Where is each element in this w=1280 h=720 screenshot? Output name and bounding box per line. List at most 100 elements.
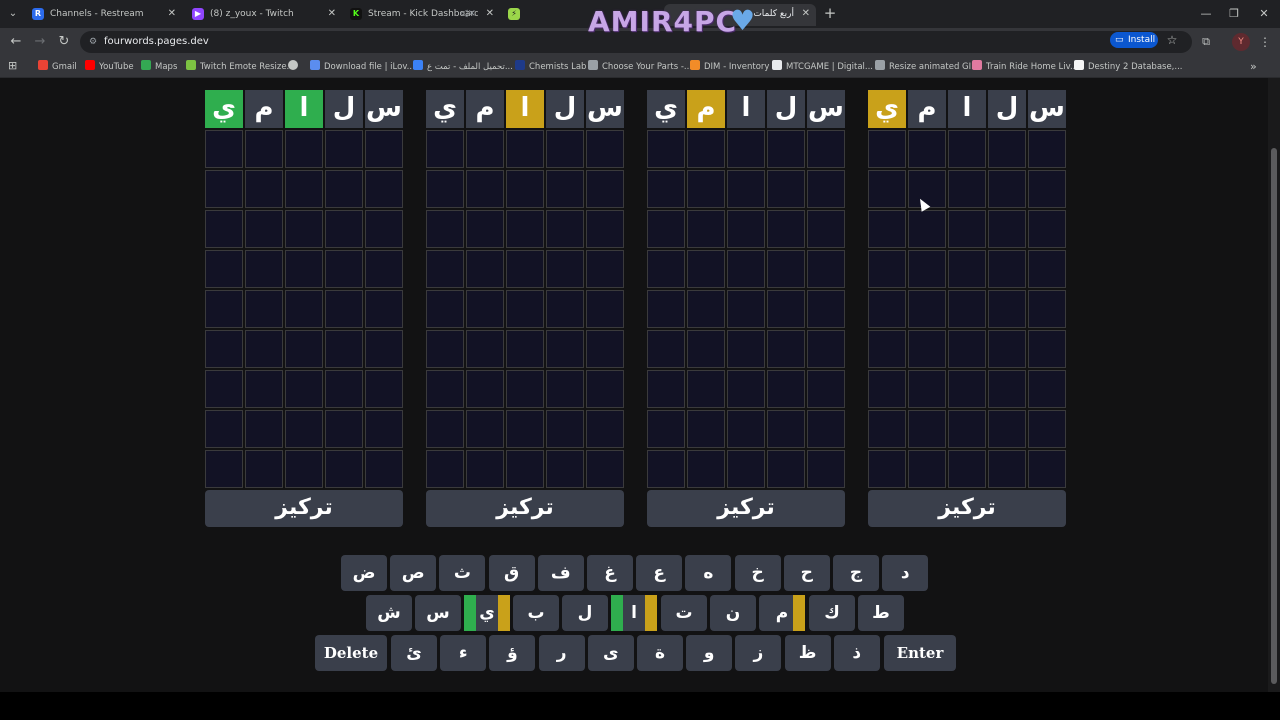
key[interactable]: ح [783, 555, 830, 591]
key[interactable]: ط [858, 595, 904, 631]
focus-button[interactable]: تركيز [868, 490, 1066, 527]
key[interactable]: ن [710, 595, 756, 631]
scrollbar[interactable] [1268, 78, 1280, 692]
key[interactable]: ق [488, 555, 535, 591]
key[interactable]: ج [833, 555, 879, 591]
bookmark-star-icon[interactable]: ☆ [1164, 31, 1180, 49]
key[interactable]: ش [366, 595, 412, 631]
empty-row [868, 130, 1066, 168]
focus-button[interactable]: تركيز [647, 490, 845, 527]
empty-tile [586, 410, 624, 448]
bookmark-ilovepdf[interactable]: Download file | iLov... [310, 59, 415, 75]
empty-tile [948, 330, 986, 368]
bookmark-dim[interactable]: DIM - Inventory [690, 59, 769, 75]
mute-icon[interactable]: ◁× [460, 4, 476, 24]
reload-icon[interactable]: ↻ [54, 32, 74, 52]
back-icon[interactable]: ← [6, 32, 26, 52]
close-icon[interactable]: ✕ [802, 4, 810, 24]
more-bookmarks-icon[interactable]: » [1250, 59, 1257, 75]
empty-tile [205, 330, 243, 368]
key[interactable]: Enter [884, 635, 956, 671]
key[interactable]: ؤ [489, 635, 536, 671]
empty-tile [365, 290, 403, 328]
bookmark-train-ride[interactable]: Train Ride Home Liv... [972, 59, 1078, 75]
empty-tile [245, 170, 283, 208]
key[interactable]: ة [637, 635, 683, 671]
key[interactable]: Delete [315, 635, 387, 671]
bookmark-twitch-emote[interactable]: Twitch Emote Resize... [186, 59, 295, 75]
close-window-icon[interactable]: ✕ [1254, 4, 1274, 24]
bookmark-chemists-lab[interactable]: Chemists Lab [515, 59, 586, 75]
empty-tile [647, 170, 685, 208]
close-icon[interactable]: ✕ [168, 4, 176, 24]
tab-search-icon[interactable]: ⌄ [4, 5, 22, 23]
tab-restream[interactable]: R Channels - Restream ✕ [26, 4, 182, 26]
key[interactable]: م [759, 595, 805, 631]
key[interactable]: ذ [833, 635, 880, 671]
profile-avatar[interactable]: Y [1232, 33, 1250, 51]
key[interactable]: ا [611, 595, 657, 631]
empty-tile [205, 130, 243, 168]
key[interactable]: ى [587, 635, 634, 671]
forward-icon[interactable]: → [30, 32, 50, 52]
focus-button[interactable]: تركيز [426, 490, 624, 527]
bookmark-gmail[interactable]: Gmail [38, 59, 77, 75]
key[interactable]: ر [538, 635, 585, 671]
empty-tile [245, 410, 283, 448]
key[interactable]: ظ [784, 635, 831, 671]
extensions-icon[interactable]: ⧉ [1198, 34, 1214, 50]
bookmark-globe[interactable] [288, 59, 302, 75]
close-icon[interactable]: ✕ [328, 4, 336, 24]
key[interactable]: ل [562, 595, 608, 631]
key[interactable]: خ [734, 555, 781, 591]
empty-tile [948, 250, 986, 288]
tab-unnamed[interactable]: ⚡ [502, 4, 580, 26]
tab-twitch[interactable]: ▶ (8) z_youx - Twitch ✕ [186, 4, 342, 26]
key[interactable]: ه [685, 555, 732, 591]
bookmark-arabic-download[interactable]: تحميل الملف - تمت ع... [413, 59, 513, 75]
install-button[interactable]: Install [1110, 32, 1158, 48]
key[interactable]: ت [661, 595, 707, 631]
empty-tile [1028, 130, 1066, 168]
tab-kick[interactable]: K Stream - Kick Dashboard ◁× ✕ [344, 4, 500, 26]
key[interactable]: ض [341, 555, 387, 591]
key[interactable]: غ [587, 555, 633, 591]
restore-icon[interactable]: ❐ [1224, 4, 1244, 24]
apps-icon[interactable]: ⊞ [8, 59, 20, 73]
empty-tile [988, 210, 1026, 248]
empty-tile [506, 130, 544, 168]
bookmark-pcparts[interactable]: Choose Your Parts -... [588, 59, 692, 75]
empty-tile [466, 210, 504, 248]
bookmark-destiny[interactable]: Destiny 2 Database,... [1074, 59, 1183, 75]
empty-tile [647, 210, 685, 248]
key[interactable]: ب [513, 595, 559, 631]
key[interactable]: د [882, 555, 929, 591]
key[interactable]: ص [390, 555, 437, 591]
key[interactable]: ز [735, 635, 782, 671]
key[interactable]: ع [636, 555, 683, 591]
close-icon[interactable]: ✕ [486, 4, 494, 24]
new-tab-icon[interactable]: + [822, 4, 838, 24]
bookmark-mtcgame[interactable]: MTCGAME | Digital... [772, 59, 873, 75]
key[interactable]: ء [440, 635, 487, 671]
bookmark-resize-gif[interactable]: Resize animated GIF [875, 59, 976, 75]
key[interactable]: س [415, 595, 461, 631]
menu-icon[interactable]: ⋮ [1258, 33, 1272, 51]
key[interactable]: و [686, 635, 733, 671]
minimize-icon[interactable]: — [1196, 4, 1216, 24]
key[interactable]: ث [439, 555, 486, 591]
site-info-icon[interactable]: ⚙ [86, 35, 100, 49]
key[interactable]: ي [464, 595, 510, 631]
key[interactable]: ك [809, 595, 855, 631]
focus-button[interactable]: تركيز [205, 490, 403, 527]
bookmark-maps[interactable]: Maps [141, 59, 177, 75]
bookmark-youtube[interactable]: YouTube [85, 59, 134, 75]
key[interactable]: ئ [391, 635, 437, 671]
empty-row [205, 130, 403, 168]
scrollbar-thumb[interactable] [1271, 148, 1277, 684]
key[interactable]: ف [537, 555, 584, 591]
guess-row: سلامي [426, 90, 624, 128]
empty-row [205, 410, 403, 448]
empty-row [205, 450, 403, 488]
empty-tile [767, 250, 805, 288]
